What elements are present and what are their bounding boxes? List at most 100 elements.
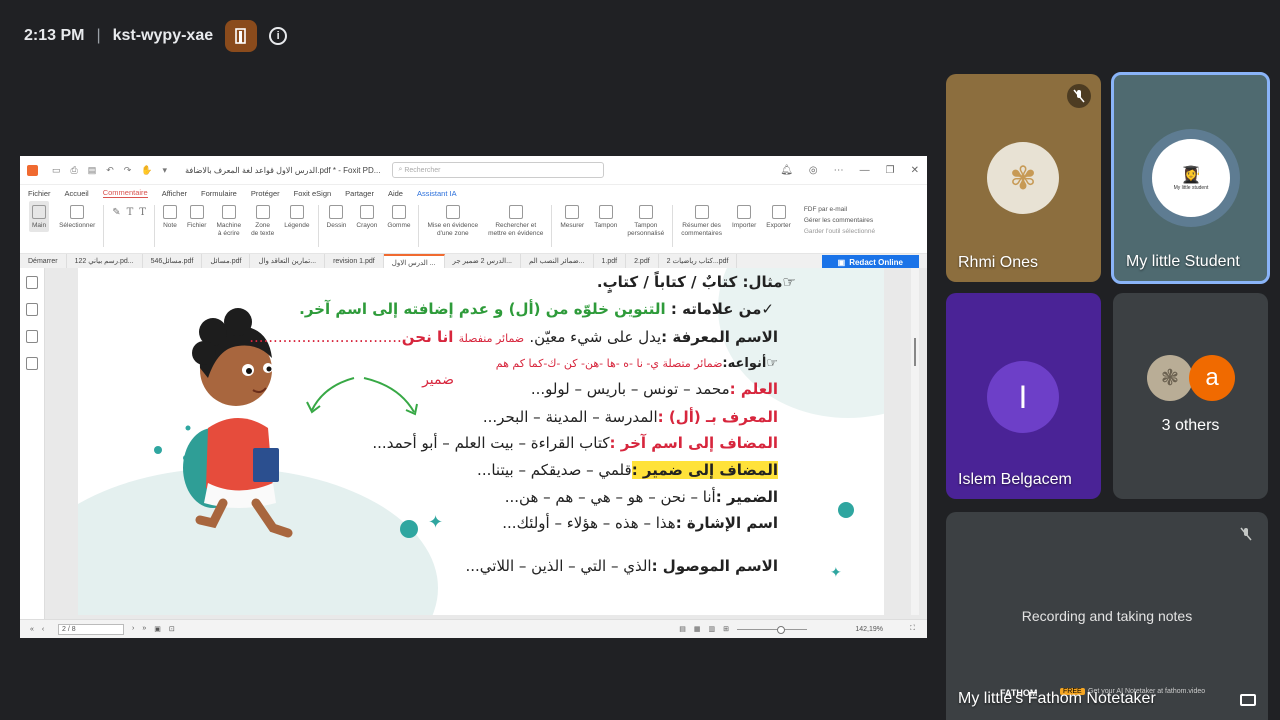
lesson-line: الضمير :أنا – نحن – هو – هي – هم – هن... xyxy=(504,488,778,506)
participant-name: My little Student xyxy=(1126,253,1240,270)
notetaker-tile[interactable]: Recording and taking notes FATHOM FREE G… xyxy=(946,512,1268,720)
lesson-line: العلم :محمد – تونس – باريس – لولو... xyxy=(530,380,778,398)
area-highlight-button[interactable]: Mise en évidence d'une zone xyxy=(427,201,478,238)
typewriter-button[interactable]: Machine à écrire xyxy=(216,201,241,238)
menu-proteger[interactable]: Protéger xyxy=(251,189,280,198)
text-t-icon[interactable]: T xyxy=(127,208,134,218)
minimize-icon[interactable]: — xyxy=(860,165,870,176)
notetaker-status: Recording and taking notes xyxy=(1021,608,1193,624)
undo-icon[interactable]: ↶ xyxy=(106,165,114,176)
copy-icon[interactable]: ▣ xyxy=(154,625,161,633)
keep-tool-option[interactable]: Garder l'outil sélectionné xyxy=(804,228,875,235)
export-button[interactable]: Exporter xyxy=(766,201,791,230)
menu-formulaire[interactable]: Formulaire xyxy=(201,189,237,198)
attachment-icon[interactable] xyxy=(26,357,38,370)
menu-commentaire[interactable]: Commentaire xyxy=(102,188,148,198)
lesson-line: ☞مثال: كتابٌ / كتاباً / كتابٍ. xyxy=(596,273,796,291)
fit-icon[interactable]: ⊡ xyxy=(169,625,175,633)
restore-icon[interactable]: ❐ xyxy=(886,165,895,176)
print-icon[interactable]: ⎙ xyxy=(71,165,78,176)
app-menubar: Fichier Accueil Commentaire Afficher For… xyxy=(20,185,927,201)
area-highlight-icon xyxy=(445,205,460,219)
redact-online-button[interactable]: ▣ Redact Online xyxy=(821,255,919,269)
manage-comments-option[interactable]: Gérer les commentaires xyxy=(804,217,875,224)
pencil-icon xyxy=(359,205,374,219)
textbox-icon xyxy=(255,205,270,219)
redo-icon[interactable]: ↷ xyxy=(124,165,132,176)
meeting-topbar: 2:13 PM | kst-wypy-xae i xyxy=(24,20,288,52)
select-icon xyxy=(70,205,85,219)
search-highlight-button[interactable]: Rechercher et mettre en évidence xyxy=(488,201,543,238)
menu-foxit-esign[interactable]: Foxit eSign xyxy=(294,189,332,198)
pencil-button[interactable]: Crayon xyxy=(356,201,377,230)
close-icon[interactable]: ✕ xyxy=(911,165,919,176)
facing-icon[interactable]: ▥ xyxy=(709,625,716,633)
menu-aide[interactable]: Aide xyxy=(388,189,403,198)
file-attach-button[interactable]: Fichier xyxy=(187,201,206,230)
account-icon[interactable]: ◎ xyxy=(809,165,818,176)
door-icon[interactable] xyxy=(225,20,258,52)
zoom-slider[interactable] xyxy=(737,625,807,634)
next-page-icon[interactable]: › xyxy=(132,625,134,633)
main-tool-button[interactable]: Main xyxy=(29,201,50,232)
note-button[interactable]: Note xyxy=(162,201,177,230)
note-icon xyxy=(162,205,177,219)
stamp-button[interactable]: Tampon xyxy=(594,201,617,230)
vertical-scrollbar[interactable] xyxy=(911,268,919,615)
file-icon xyxy=(189,205,204,219)
avatar: a xyxy=(1189,355,1235,401)
menu-fichier[interactable]: Fichier xyxy=(28,189,51,198)
comments-icon[interactable] xyxy=(26,330,38,343)
hand-icon[interactable]: ✋ xyxy=(141,165,152,176)
open-icon[interactable]: ▭ xyxy=(52,165,61,176)
bookmark-icon[interactable] xyxy=(26,276,38,289)
page-number-input[interactable]: 2 / 8 xyxy=(58,623,124,635)
textbox-button[interactable]: Zone de texte xyxy=(251,201,274,238)
text-t-icon[interactable]: T xyxy=(139,208,146,218)
lesson-line: المعرف بـ (أل) :المدرسة – المدينة – البح… xyxy=(482,408,778,426)
select-tool-button[interactable]: Sélectionner xyxy=(59,201,95,230)
participant-name: Islem Belgacem xyxy=(958,471,1072,488)
pen-icon[interactable]: ✎ xyxy=(112,208,120,218)
avatar: 👩‍🎓 My little student xyxy=(1152,139,1230,217)
custom-stamp-icon xyxy=(638,205,653,219)
ribbon-divider xyxy=(103,205,105,247)
single-page-icon[interactable]: ▤ xyxy=(679,625,686,633)
custom-stamp-button[interactable]: Tampon personnalisé xyxy=(627,201,664,238)
more-icon[interactable]: ⋯ xyxy=(834,165,844,176)
decoration-dot xyxy=(838,502,854,518)
pages-icon[interactable] xyxy=(26,303,38,316)
drawing-button[interactable]: Dessin xyxy=(327,201,346,230)
participant-name: My little's Fathom Notetaker xyxy=(958,690,1156,707)
participant-tile-active[interactable]: 👩‍🎓 My little student My little Student xyxy=(1111,72,1270,284)
picture-in-picture-icon[interactable] xyxy=(1240,694,1256,706)
summarize-comments-button[interactable]: Résumer des commentaires xyxy=(681,201,722,238)
import-button[interactable]: Importer xyxy=(732,201,756,230)
save-icon[interactable]: ▤ xyxy=(88,165,97,176)
measure-button[interactable]: Mesurer xyxy=(560,201,584,230)
fdf-email-option[interactable]: FDF par e-mail xyxy=(804,206,875,213)
prev-page-icon[interactable]: ‹ xyxy=(42,626,44,633)
menu-partager[interactable]: Partager xyxy=(345,189,374,198)
continuous-icon[interactable]: ▦ xyxy=(694,625,701,633)
import-icon xyxy=(737,205,752,219)
search-input[interactable]: ⌕ Rechercher xyxy=(392,162,605,178)
others-count: 3 others xyxy=(1161,417,1220,434)
menu-assistant-ia[interactable]: Assistant IA xyxy=(417,189,457,198)
ribbon-divider xyxy=(551,205,553,247)
grid-icon[interactable]: ⊞ xyxy=(723,625,729,633)
participant-tile-others[interactable]: ❃ a 3 others xyxy=(1113,293,1268,499)
participant-tile[interactable]: ✾ Rhmi Ones xyxy=(946,74,1101,282)
last-page-icon[interactable]: » xyxy=(142,625,146,633)
callout-button[interactable]: Légende xyxy=(284,201,310,230)
eraser-button[interactable]: Gomme xyxy=(387,201,410,230)
pointing-hand-icon: ☞ xyxy=(766,356,778,371)
fullscreen-icon[interactable]: ⛶ xyxy=(910,625,915,633)
dropdown-icon[interactable]: ▾ xyxy=(163,165,168,176)
menu-accueil[interactable]: Accueil xyxy=(65,189,89,198)
bell-icon[interactable]: 🔔︎ xyxy=(780,165,793,176)
menu-afficher[interactable]: Afficher xyxy=(162,189,187,198)
info-icon[interactable]: i xyxy=(269,27,288,45)
participant-tile[interactable]: I Islem Belgacem xyxy=(946,293,1101,499)
first-page-icon[interactable]: « xyxy=(30,626,34,633)
